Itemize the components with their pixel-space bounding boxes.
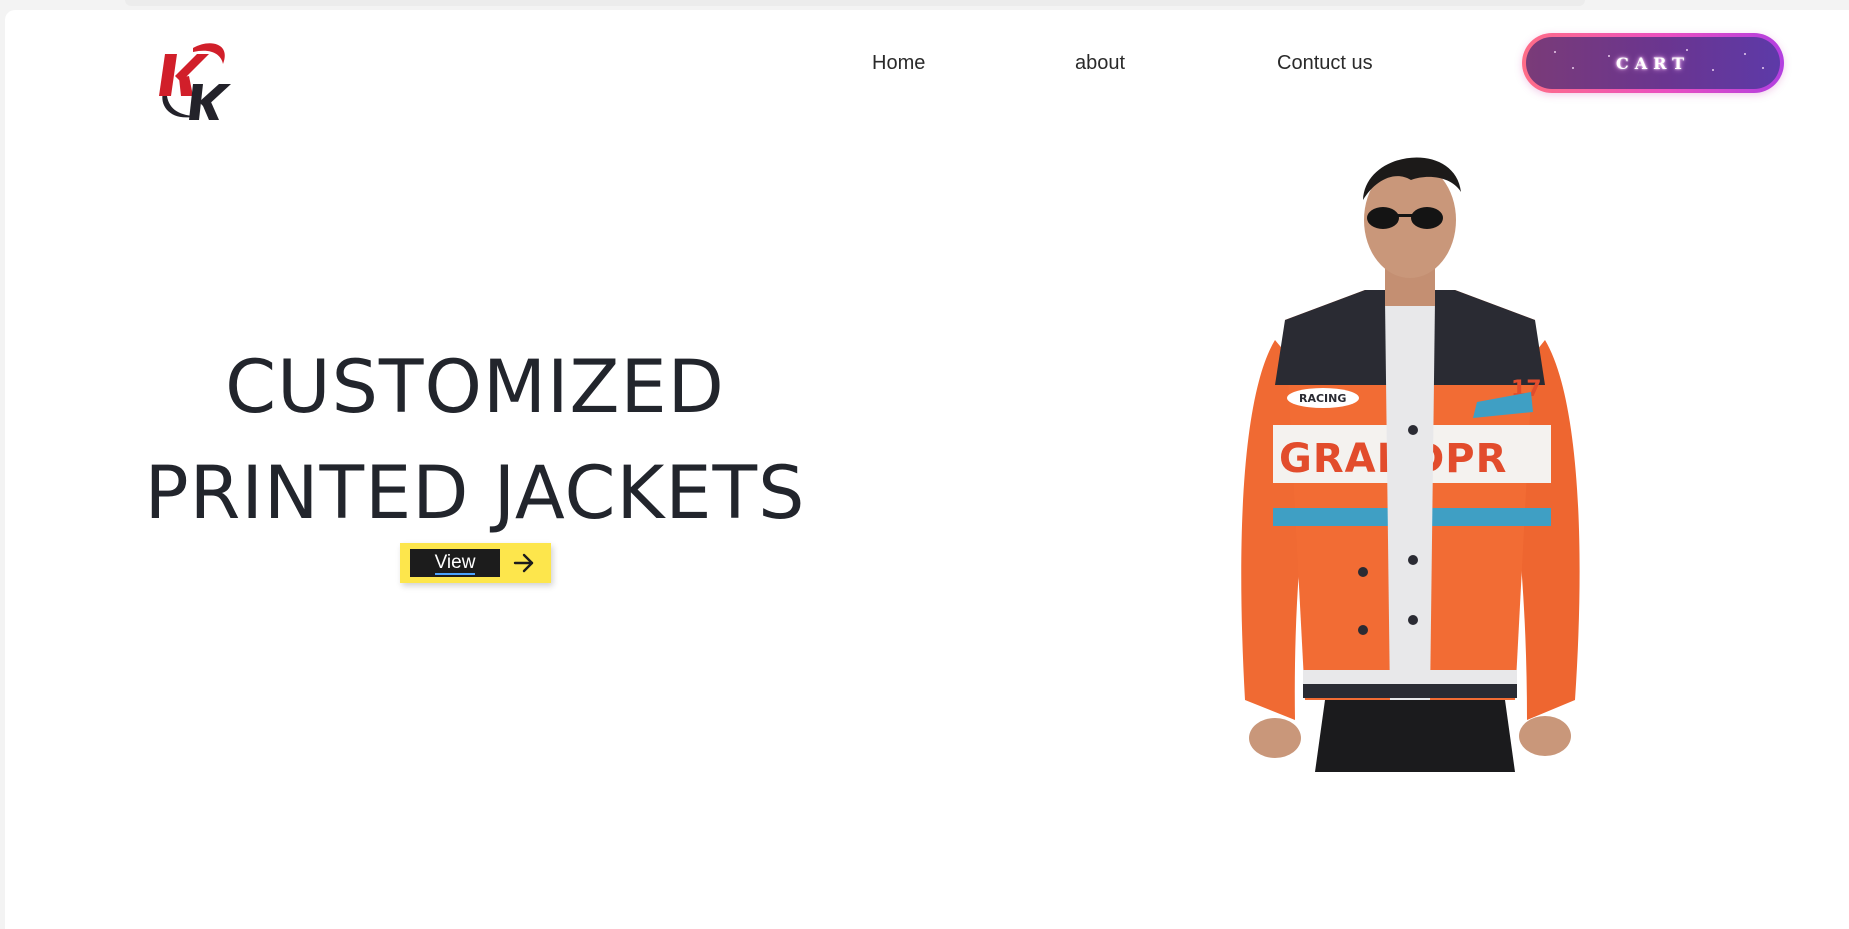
kk-logo-icon: KK <box>153 30 231 120</box>
cart-button-inner: CART <box>1526 37 1780 89</box>
cart-label: CART <box>1615 53 1691 73</box>
model-photo-illustration: GRANDPR RACING 17 <box>1241 157 1580 772</box>
cart-button[interactable]: CART <box>1522 33 1784 93</box>
hero-title: CUSTOMIZED PRINTED JACKETS <box>105 335 845 547</box>
browser-top-strip <box>125 0 1585 6</box>
logo-text: KK <box>153 30 155 31</box>
view-button-label-box: View <box>410 549 500 577</box>
nav-contact-link[interactable]: Contuct us <box>1277 52 1373 75</box>
landing-page: KK Home about Contuct us CART CUSTOMIZED… <box>5 10 1849 929</box>
nav-home-link[interactable]: Home <box>872 52 925 75</box>
svg-text:RACING: RACING <box>1299 392 1346 405</box>
view-button[interactable]: View <box>400 543 551 583</box>
nav-about-link[interactable]: about <box>1075 52 1125 75</box>
brand-logo[interactable]: KK <box>153 30 239 126</box>
hero-model-image: GRANDPR RACING 17 <box>1215 140 1605 772</box>
hero-title-line-1: CUSTOMIZED <box>225 345 725 430</box>
hero-title-line-2: PRINTED JACKETS <box>144 451 806 536</box>
view-button-label: View <box>434 552 476 575</box>
arrow-right-icon <box>513 553 534 573</box>
